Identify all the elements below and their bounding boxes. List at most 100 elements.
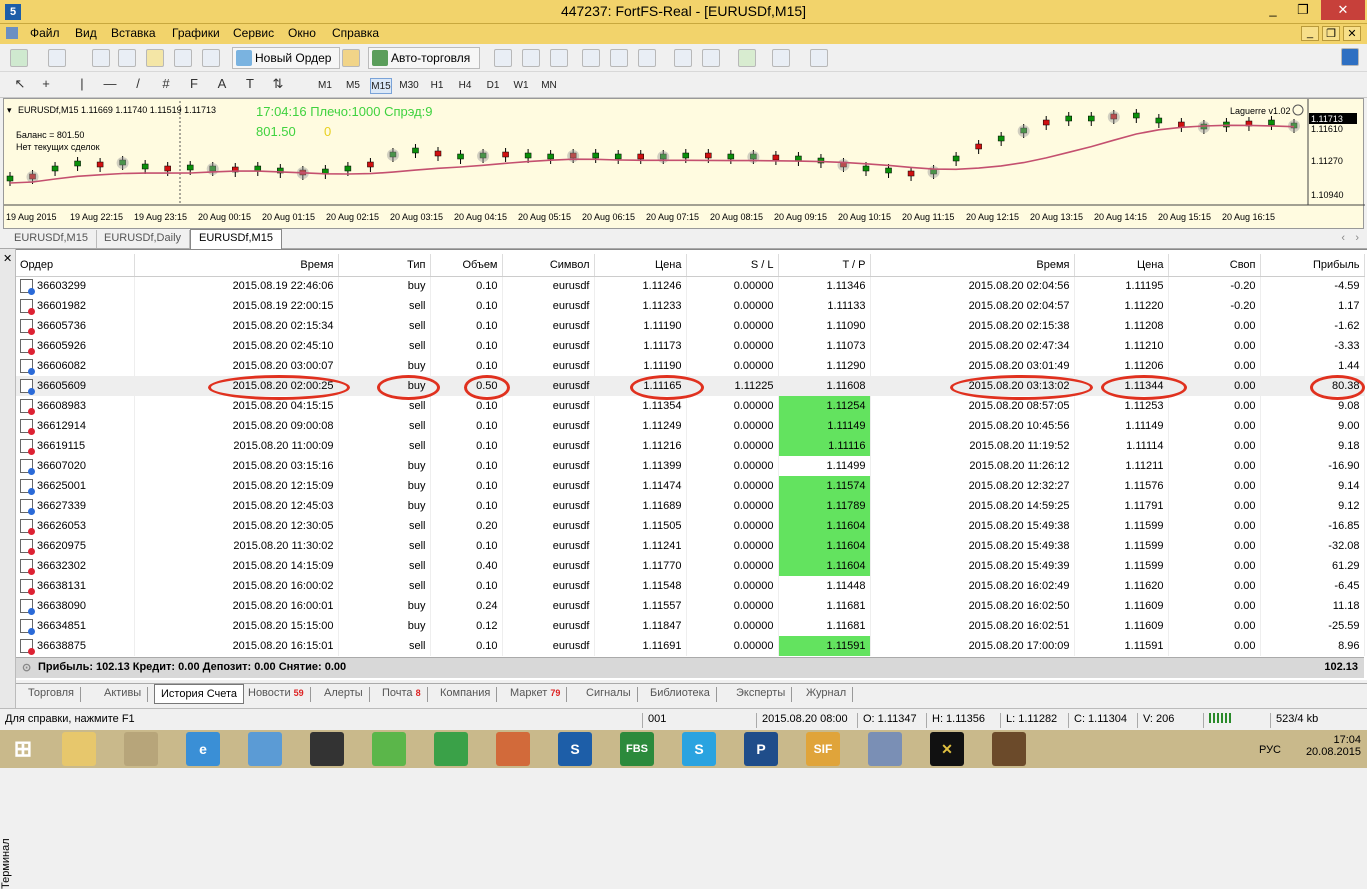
bottom-tab-0[interactable]: Торговля xyxy=(22,687,81,702)
metaeditor-icon[interactable] xyxy=(342,49,360,67)
table-row[interactable]: 36603299 2015.08.19 22:46:06 buy 0.10 eurusd… xyxy=(16,276,1365,296)
data-window-icon[interactable] xyxy=(118,49,136,67)
table-row[interactable]: 36605926 2015.08.20 02:45:10 sell 0.10 eurus… xyxy=(16,336,1365,356)
crosshair-icon[interactable]: + xyxy=(38,76,54,92)
horizontal-line-icon[interactable]: — xyxy=(102,76,118,92)
terminal-app-icon[interactable]: P xyxy=(744,732,778,766)
col-profit[interactable]: Прибыль xyxy=(1260,254,1365,277)
bottom-tab-5[interactable]: Почта 8 xyxy=(376,687,428,702)
bottom-tab-10[interactable]: Эксперты xyxy=(730,687,793,702)
store-icon[interactable] xyxy=(434,732,468,766)
bird-icon[interactable] xyxy=(992,732,1026,766)
menu-help[interactable]: Справка xyxy=(332,26,379,40)
chart-menu-icon[interactable] xyxy=(6,27,18,39)
col-price[interactable]: Цена xyxy=(594,254,687,277)
bottom-tab-9[interactable]: Библиотека xyxy=(644,687,717,702)
sif-icon[interactable]: SIF xyxy=(806,732,840,766)
table-row[interactable]: 36638131 2015.08.20 16:00:02 sell 0.10 eurus… xyxy=(16,576,1365,596)
table-row[interactable]: 36608983 2015.08.20 04:15:15 sell 0.10 eurus… xyxy=(16,396,1365,416)
chrome-icon[interactable] xyxy=(496,732,530,766)
zoom-in-icon[interactable] xyxy=(582,49,600,67)
menu-window[interactable]: Окно xyxy=(288,26,316,40)
menu-tools[interactable]: Сервис xyxy=(233,26,274,40)
start-icon[interactable]: ⊞ xyxy=(6,732,40,766)
table-row[interactable]: 36638090 2015.08.20 16:00:01 buy 0.24 eurusd… xyxy=(16,596,1365,616)
app-icon-1[interactable] xyxy=(310,732,344,766)
table-row[interactable]: 36626053 2015.08.20 12:30:05 sell 0.20 eurus… xyxy=(16,516,1365,536)
child-restore-button[interactable]: ❐ xyxy=(1322,26,1340,41)
text-label-icon[interactable]: T xyxy=(242,76,258,92)
autoscroll-icon[interactable] xyxy=(674,49,692,67)
new-chart-icon[interactable] xyxy=(10,49,28,67)
tester-icon[interactable] xyxy=(202,49,220,67)
icq-icon[interactable] xyxy=(372,732,406,766)
table-row[interactable]: 36612914 2015.08.20 09:00:08 sell 0.10 eurus… xyxy=(16,416,1365,436)
timeframe-mn[interactable]: MN xyxy=(538,78,560,94)
terminal-icon[interactable] xyxy=(174,49,192,67)
candlestick-icon[interactable] xyxy=(522,49,540,67)
trendline-icon[interactable]: / xyxy=(130,76,146,92)
price-chart[interactable]: 1.11713 1.11610 1.11270 1.10940 19 Aug 2015 1… xyxy=(3,98,1365,229)
chart-tab-daily[interactable]: EURUSDf,Daily xyxy=(96,230,191,248)
indicators-icon[interactable] xyxy=(738,49,756,67)
chart-tab-m15-active[interactable]: EURUSDf,M15 xyxy=(190,229,282,249)
bottom-tab-2[interactable]: История Счета xyxy=(154,684,245,704)
periods-icon[interactable] xyxy=(772,49,790,67)
navigator-icon[interactable] xyxy=(146,49,164,67)
chart-shift-icon[interactable] xyxy=(702,49,720,67)
chart-tab-m15[interactable]: EURUSDf,M15 xyxy=(6,230,97,248)
restore-button[interactable]: ❐ xyxy=(1289,0,1317,20)
table-row[interactable]: 36625001 2015.08.20 12:15:09 buy 0.10 eurusd… xyxy=(16,476,1365,496)
timeframe-h4[interactable]: H4 xyxy=(454,78,476,94)
summary-collapse-icon[interactable]: ⊙ xyxy=(22,661,31,674)
templates-icon[interactable] xyxy=(810,49,828,67)
table-row[interactable]: 36620975 2015.08.20 11:30:02 sell 0.10 eurus… xyxy=(16,536,1365,556)
timeframe-m30[interactable]: M30 xyxy=(398,78,420,94)
market-watch-icon[interactable] xyxy=(92,49,110,67)
explorer-icon[interactable] xyxy=(62,732,96,766)
tab-scroll-left-icon[interactable]: ‹ xyxy=(1341,232,1345,244)
mql5-icon[interactable] xyxy=(1341,48,1359,66)
col-volume[interactable]: Объем xyxy=(430,254,503,277)
timeframe-m5[interactable]: M5 xyxy=(342,78,364,94)
fbs-icon[interactable]: FBS xyxy=(620,732,654,766)
menu-insert[interactable]: Вставка xyxy=(111,26,156,40)
cursor-icon[interactable]: ↖ xyxy=(12,76,28,92)
minimize-button[interactable]: _ xyxy=(1259,0,1287,20)
child-minimize-button[interactable]: _ xyxy=(1301,26,1319,41)
fibonacci-icon[interactable]: F xyxy=(186,76,202,92)
col-swap[interactable]: Своп xyxy=(1168,254,1261,277)
timeframe-h1[interactable]: H1 xyxy=(426,78,448,94)
timeframe-m15[interactable]: M15 xyxy=(370,78,392,94)
tray-date[interactable]: 20.08.2015 xyxy=(1306,746,1361,758)
col-sl[interactable]: S / L xyxy=(686,254,779,277)
language-indicator[interactable]: РУС xyxy=(1259,744,1281,756)
vertical-line-icon[interactable]: | xyxy=(74,76,90,92)
network-app-icon[interactable] xyxy=(868,732,902,766)
timeframe-w1[interactable]: W1 xyxy=(510,78,532,94)
new-order-button[interactable]: Новый Ордер xyxy=(232,47,340,69)
table-row[interactable]: 36606082 2015.08.20 03:00:07 buy 0.10 eurusd… xyxy=(16,356,1365,376)
profiles-icon[interactable] xyxy=(48,49,66,67)
auto-trading-button[interactable]: Авто-торговля xyxy=(368,47,480,69)
close-button[interactable]: ✕ xyxy=(1321,0,1365,20)
bar-chart-icon[interactable] xyxy=(494,49,512,67)
col-type[interactable]: Тип xyxy=(338,254,431,277)
child-close-button[interactable]: ✕ xyxy=(1343,26,1361,41)
col-close-price[interactable]: Цена xyxy=(1074,254,1169,277)
menu-charts[interactable]: Графики xyxy=(172,26,220,40)
bottom-tab-4[interactable]: Алерты xyxy=(318,687,370,702)
timeframe-d1[interactable]: D1 xyxy=(482,78,504,94)
col-order[interactable]: Ордер xyxy=(16,254,135,277)
skype-icon[interactable]: S xyxy=(682,732,716,766)
arrows-icon[interactable]: ⇅ xyxy=(270,76,286,92)
bottom-tab-6[interactable]: Компания xyxy=(434,687,498,702)
table-row[interactable]: 36605609 2015.08.20 02:00:25 buy 0.50 eurusd… xyxy=(16,376,1365,396)
menu-file[interactable]: Файл xyxy=(30,26,60,40)
line-chart-icon[interactable] xyxy=(550,49,568,67)
table-row[interactable]: 36601982 2015.08.19 22:00:15 sell 0.10 eurus… xyxy=(16,296,1365,316)
timeframe-m1[interactable]: M1 xyxy=(314,78,336,94)
table-row[interactable]: 36627339 2015.08.20 12:45:03 buy 0.10 eurusd… xyxy=(16,496,1365,516)
bottom-tab-1[interactable]: Активы xyxy=(98,687,149,702)
menu-view[interactable]: Вид xyxy=(75,26,97,40)
